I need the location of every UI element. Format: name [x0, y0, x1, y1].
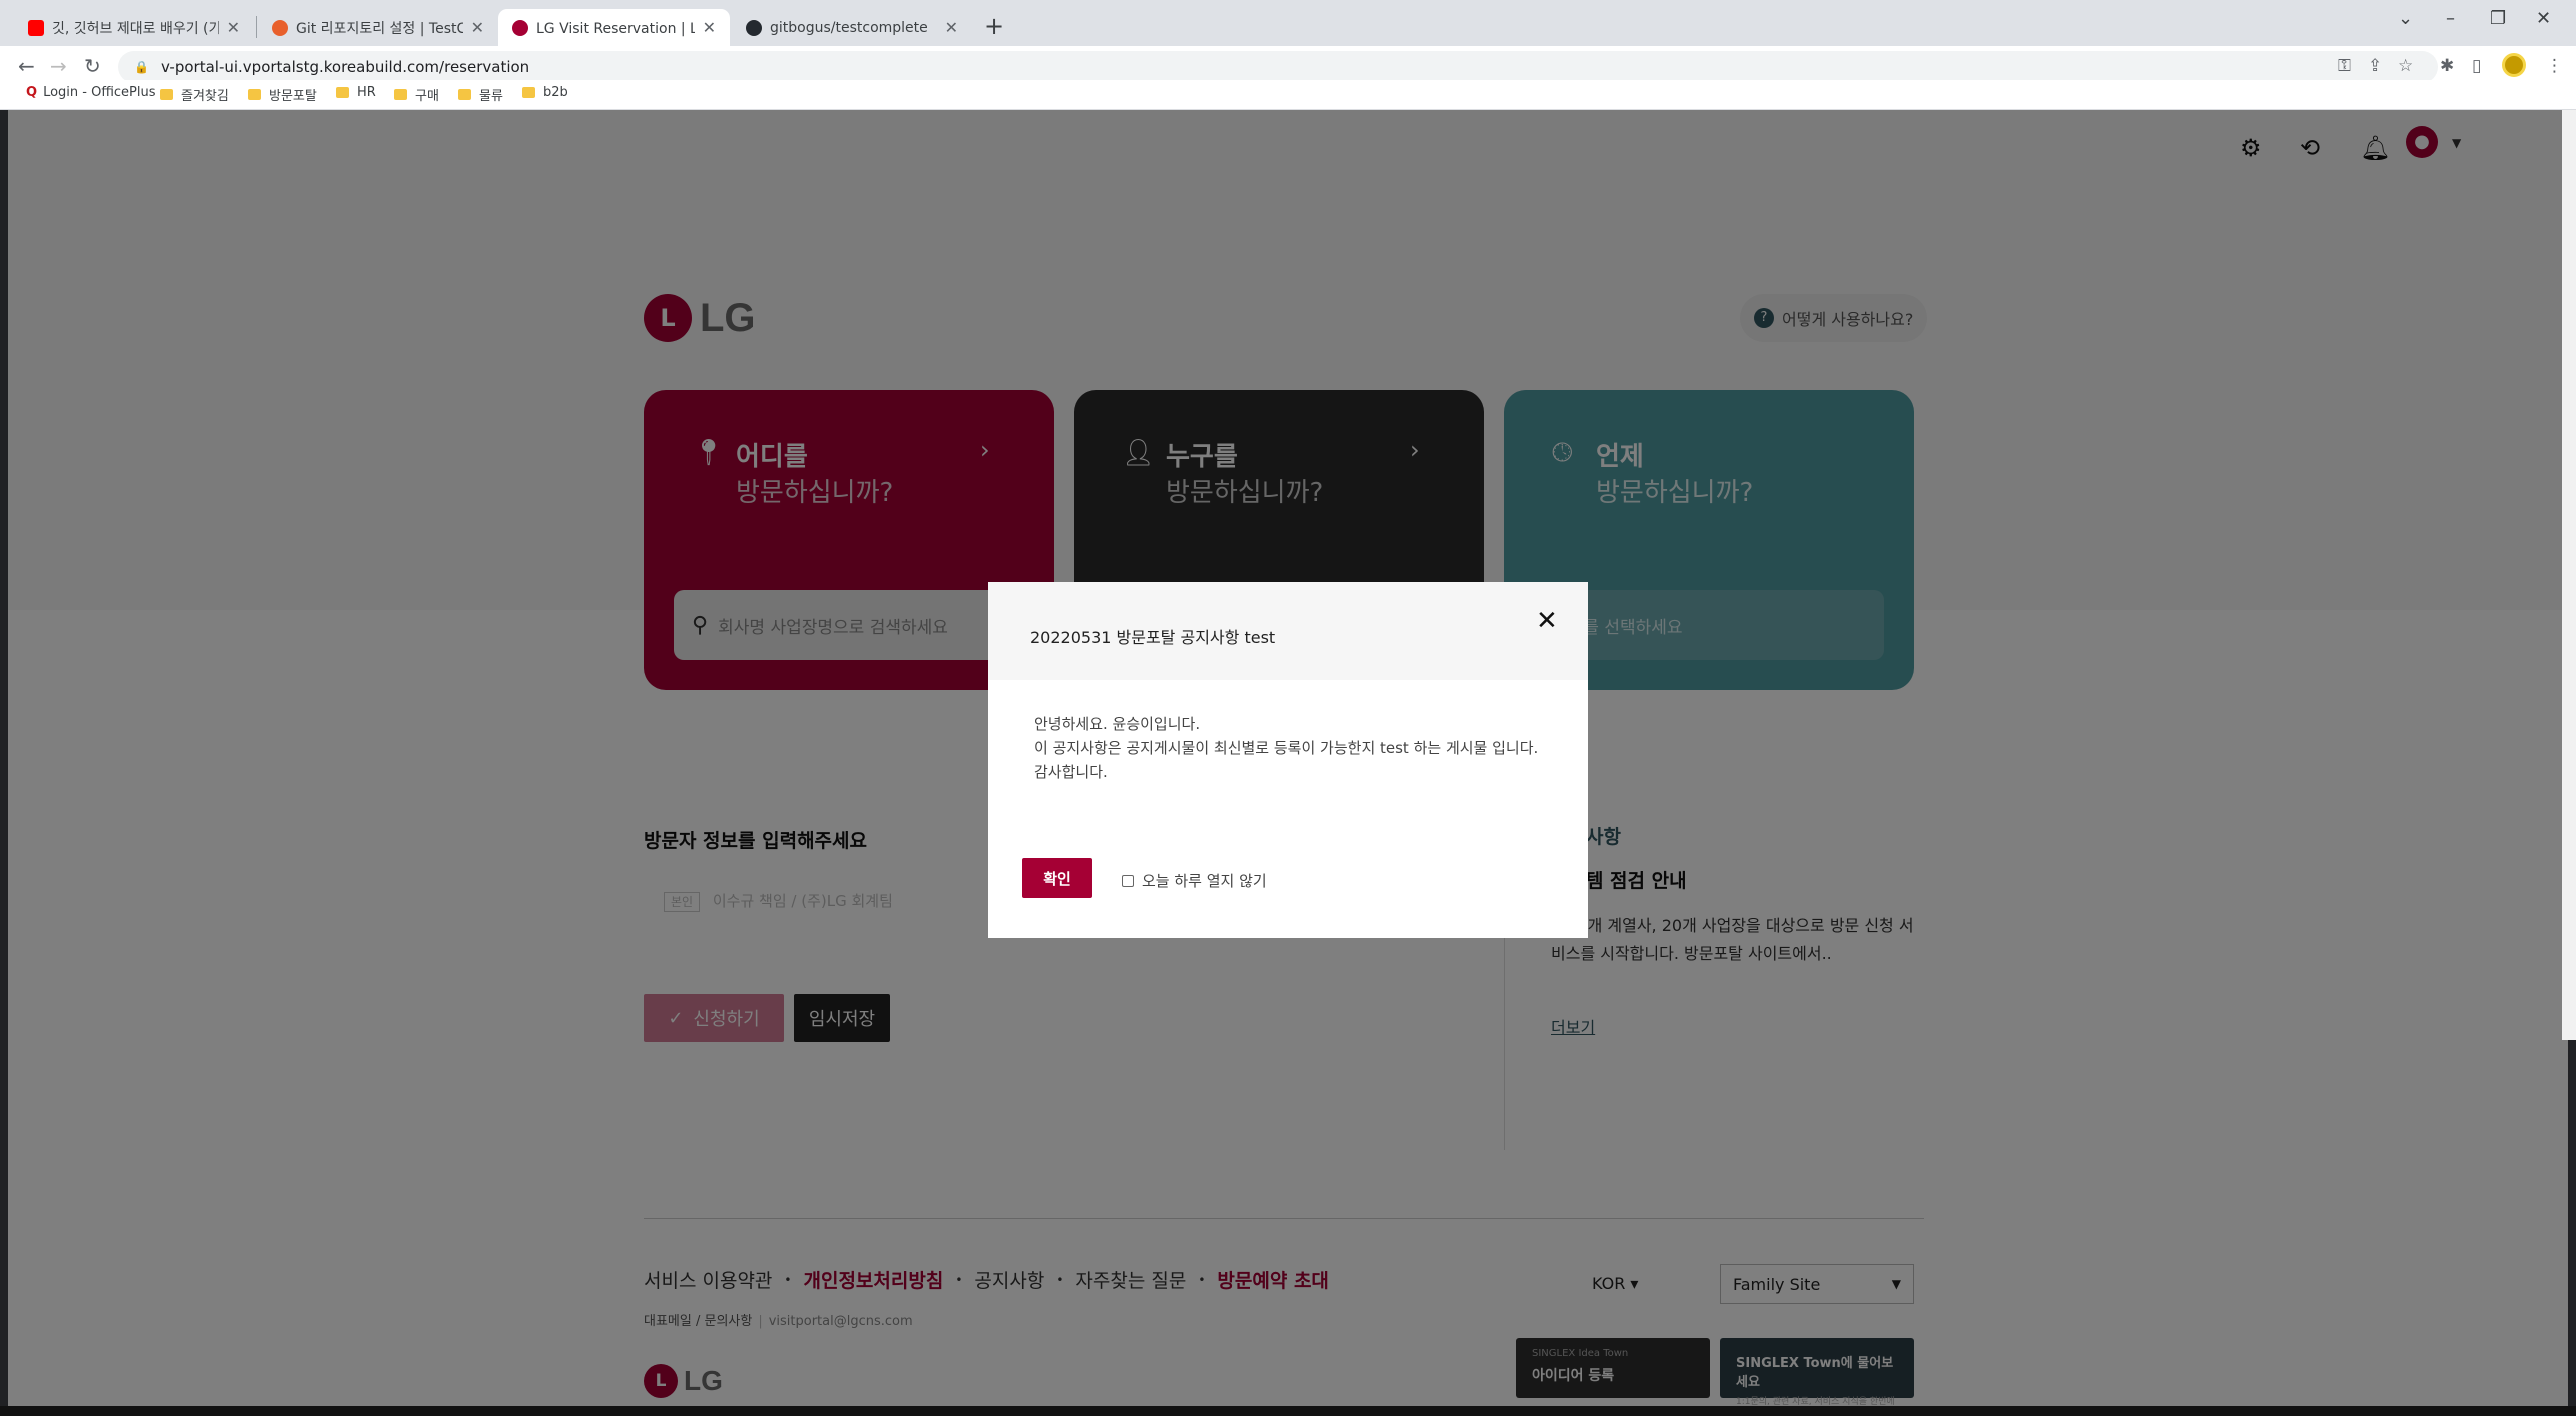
- close-icon[interactable]: ✕: [1536, 606, 1558, 636]
- close-icon[interactable]: ✕: [703, 18, 716, 37]
- menu-icon[interactable]: ⋮: [2546, 56, 2563, 76]
- folder-icon: [394, 89, 407, 100]
- bookmark-folder[interactable]: HR: [336, 85, 376, 100]
- extensions-icon[interactable]: ✱: [2440, 56, 2454, 76]
- profile-avatar[interactable]: [2502, 53, 2526, 77]
- officeplus-icon: Q: [26, 85, 38, 100]
- page-content: ⚙ ⟲ 🔔︎ ● ▼ L LG ? 어떻게 사용하나요? 📍︎ 어디를 방문하십…: [8, 110, 2568, 1412]
- reload-icon[interactable]: ↻: [84, 54, 101, 78]
- tab-youtube[interactable]: 깃, 깃허브 제대로 배우기 (기본 ✕: [14, 9, 254, 46]
- minimize-button[interactable]: –: [2446, 8, 2455, 29]
- close-icon[interactable]: ✕: [227, 18, 240, 37]
- share-icon[interactable]: ⇪: [2368, 56, 2382, 76]
- folder-icon: [248, 89, 261, 100]
- dont-show-today-checkbox[interactable]: 오늘 하루 열지 않기: [1122, 870, 1267, 891]
- checkbox-label: 오늘 하루 열지 않기: [1142, 872, 1267, 890]
- bookmark-folder[interactable]: 즐겨찾김: [160, 85, 229, 104]
- bookmarks-bar: Q Login - OfficePlus 즐겨찾김 방문포탈 HR 구매 물류 b…: [0, 80, 2576, 110]
- star-icon[interactable]: ☆: [2398, 56, 2413, 76]
- bookmark-officeplus[interactable]: Q Login - OfficePlus: [26, 85, 156, 100]
- youtube-icon: [28, 19, 44, 36]
- bookmark-folder[interactable]: 방문포탈: [248, 85, 317, 104]
- bookmark-folder[interactable]: 구매: [394, 85, 439, 104]
- new-tab-button[interactable]: +: [984, 12, 1004, 40]
- folder-icon: [336, 87, 349, 98]
- bookmark-folder[interactable]: b2b: [522, 85, 568, 100]
- confirm-button[interactable]: 확인: [1022, 858, 1092, 898]
- forward-icon[interactable]: →: [50, 54, 67, 78]
- tab-lg-visit[interactable]: LG Visit Reservation | LG 방문 포 ✕: [498, 9, 730, 46]
- side-panel-icon[interactable]: ▯: [2472, 56, 2481, 76]
- url-text: v-portal-ui.vportalstg.koreabuild.com/re…: [160, 58, 530, 76]
- bookmark-folder[interactable]: 물류: [458, 85, 503, 104]
- key-icon[interactable]: ⚿: [2338, 56, 2351, 76]
- address-bar[interactable]: 🔒 v-portal-ui.vportalstg.koreabuild.com/…: [118, 51, 2438, 83]
- page-scrollbar[interactable]: [2562, 110, 2576, 1040]
- tab-github[interactable]: gitbogus/testcomplete ✕: [732, 9, 972, 46]
- modal-line: 감사합니다.: [1034, 763, 1108, 781]
- restore-button[interactable]: ❐: [2490, 8, 2506, 29]
- window-close-button[interactable]: ✕: [2536, 8, 2551, 29]
- modal-line: 안녕하세요. 윤승이입니다.: [1034, 715, 1201, 733]
- checkbox-box[interactable]: [1122, 874, 1134, 887]
- notice-modal: 20220531 방문포탈 공지사항 test ✕ 안녕하세요. 윤승이입니다.…: [988, 582, 1588, 938]
- folder-icon: [458, 89, 471, 100]
- modal-body: 안녕하세요. 윤승이입니다. 이 공지사항은 공지게시물이 최신별로 등록이 가…: [1034, 712, 1544, 784]
- os-taskbar: [0, 1406, 2576, 1416]
- lg-favicon-icon: [512, 19, 528, 36]
- tab-testcomplete[interactable]: Git 리포지토리 설정 | TestComp ✕: [258, 9, 498, 46]
- tab-search-icon[interactable]: ⌄: [2398, 8, 2413, 29]
- close-icon[interactable]: ✕: [471, 18, 484, 37]
- lock-icon: 🔒: [134, 60, 149, 74]
- testcomplete-icon: [272, 19, 288, 36]
- github-icon: [746, 19, 762, 36]
- close-icon[interactable]: ✕: [945, 18, 958, 37]
- tab-strip: 깃, 깃허브 제대로 배우기 (기본 ✕ Git 리포지토리 설정 | Test…: [0, 0, 2576, 46]
- modal-line: 이 공지사항은 공지게시물이 최신별로 등록이 가능한지 test 하는 게시물…: [1034, 739, 1539, 757]
- folder-icon: [522, 87, 535, 98]
- folder-icon: [160, 89, 173, 100]
- back-icon[interactable]: ←: [18, 54, 35, 78]
- browser-chrome: 깃, 깃허브 제대로 배우기 (기본 ✕ Git 리포지토리 설정 | Test…: [0, 0, 2576, 110]
- modal-title: 20220531 방문포탈 공지사항 test: [1030, 628, 1276, 647]
